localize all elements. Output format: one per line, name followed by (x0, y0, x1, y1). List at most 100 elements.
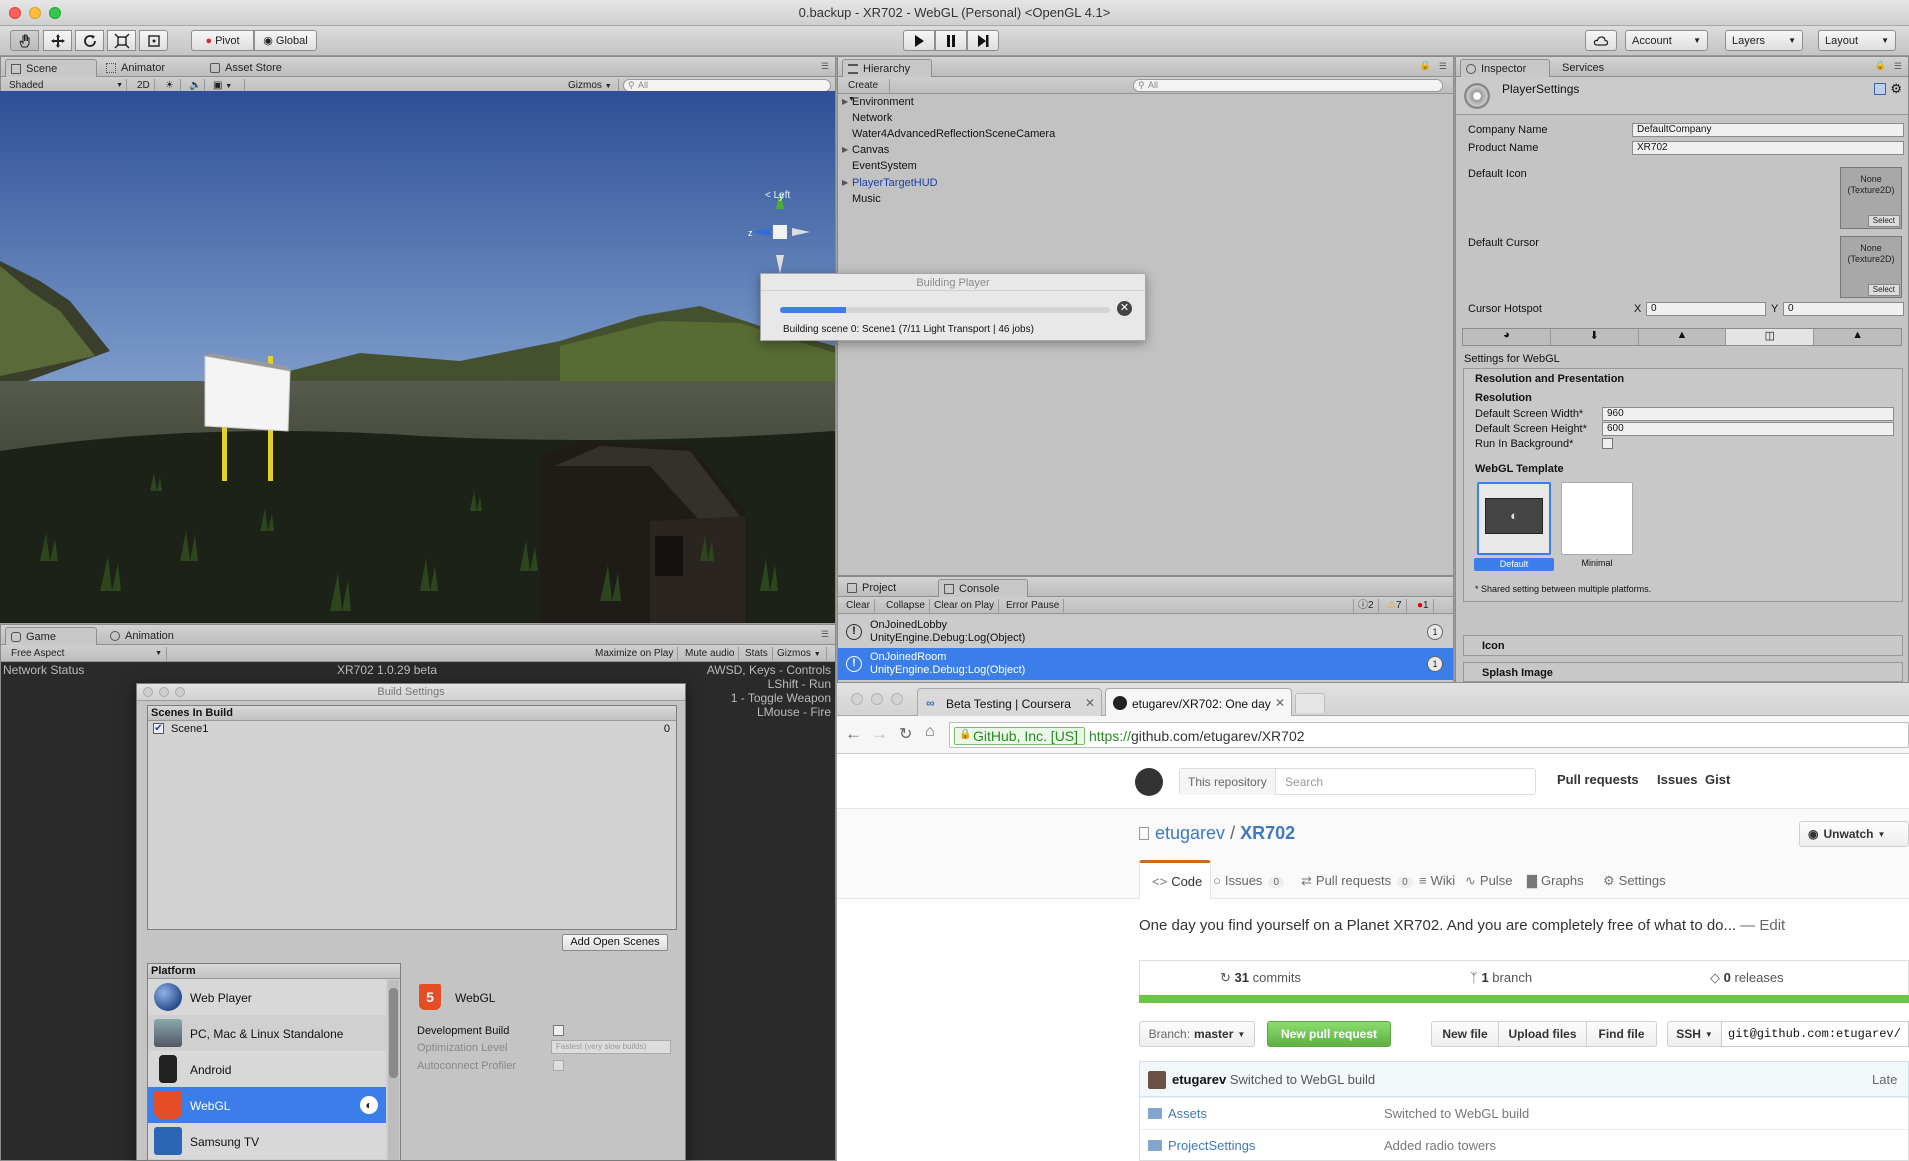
panel-menu-icon[interactable]: ☰ (821, 629, 829, 640)
home-icon[interactable]: ⌂ (925, 723, 935, 741)
platform-item[interactable]: WebGL ◐ (148, 1087, 386, 1123)
console-error-pause-button[interactable]: Error Pause (1002, 599, 1065, 612)
webplayer-tab-icon[interactable]: ⬇ (1551, 329, 1639, 345)
stats-toggle[interactable]: Stats (741, 647, 773, 660)
console-info-filter[interactable]: ⓘ2 (1353, 599, 1379, 612)
commit-message-link[interactable]: Switched to WebGL build (1230, 1072, 1375, 1087)
lock-icon[interactable]: 🔒 (1420, 60, 1431, 71)
console-entry[interactable]: ! OnJoinedRoom UnityEngine.Debug:Log(Objec… (838, 648, 1453, 680)
resolution-section-title[interactable]: Resolution and Presentation (1475, 373, 1624, 385)
nav-pull-requests[interactable]: Pull requests (1557, 772, 1639, 787)
browser-tab-github[interactable]: etugarev/XR702: One day ✕ (1105, 688, 1292, 717)
hotspot-y-input[interactable]: 0 (1783, 302, 1904, 316)
upload-files-button[interactable]: Upload files (1498, 1021, 1587, 1047)
zoom-window-button[interactable] (891, 693, 903, 705)
maximize-on-play-toggle[interactable]: Maximize on Play (591, 647, 679, 660)
company-name-input[interactable]: DefaultCompany (1632, 123, 1904, 137)
new-pull-request-button[interactable]: New pull request (1267, 1021, 1391, 1047)
select-icon-button[interactable]: Select (1867, 215, 1900, 227)
url-input[interactable]: 🔒 GitHub, Inc. [US] https://github.com/et… (949, 722, 1909, 748)
console-error-filter[interactable]: ●1 (1413, 599, 1434, 612)
panel-menu-icon[interactable]: ☰ (821, 61, 829, 72)
hierarchy-item[interactable]: Music (852, 193, 881, 205)
scene-row[interactable]: ✔ Scene1 0 (148, 721, 676, 737)
nav-gist[interactable]: Gist (1705, 772, 1730, 787)
platform-item[interactable]: Web Player (148, 979, 386, 1015)
console-warning-filter[interactable]: ⚠7 (1383, 599, 1407, 612)
minimize-window-button[interactable] (159, 687, 169, 697)
hand-tool-button[interactable] (10, 30, 39, 51)
repo-tab-settings[interactable]: ⚙ Settings (1595, 860, 1674, 900)
layers-dropdown[interactable]: Layers ▼ (1725, 30, 1803, 51)
step-button[interactable] (967, 30, 999, 51)
mute-audio-toggle[interactable]: Mute audio (681, 647, 740, 660)
commits-link[interactable]: ↻ 31 commits (1220, 970, 1301, 986)
platform-scrollbar[interactable] (388, 980, 399, 1160)
select-cursor-button[interactable]: Select (1867, 284, 1900, 296)
hierarchy-item[interactable]: Canvas (842, 144, 889, 156)
pivot-toggle[interactable]: ● Pivot (191, 30, 254, 51)
hierarchy-item[interactable]: Network (852, 112, 892, 124)
development-build-checkbox[interactable] (553, 1025, 564, 1036)
console-entry[interactable]: ! OnJoinedLobby UnityEngine.Debug:Log(Obje… (838, 616, 1453, 648)
account-dropdown[interactable]: Account ▼ (1625, 30, 1708, 51)
game-gizmos-dropdown[interactable]: Gizmos ▼ (773, 647, 827, 660)
hierarchy-search-input[interactable]: ⚲ All (1133, 79, 1443, 92)
run-in-background-checkbox[interactable] (1602, 438, 1613, 449)
product-name-input[interactable]: XR702 (1632, 141, 1904, 155)
avatar[interactable] (1148, 1071, 1166, 1089)
console-collapse-button[interactable]: Collapse (882, 599, 930, 612)
tab-services[interactable]: Services (1554, 59, 1634, 77)
hierarchy-item[interactable]: EventSystem (852, 160, 917, 172)
github-logo-icon[interactable] (1135, 768, 1163, 796)
hotspot-x-input[interactable]: 0 (1646, 302, 1766, 316)
repo-tab-issues[interactable]: ○ Issues 0 (1205, 860, 1292, 900)
tab-console[interactable]: Console (938, 579, 1028, 597)
scene-checkbox[interactable]: ✔ (153, 723, 164, 734)
new-file-button[interactable]: New file (1431, 1021, 1499, 1047)
hierarchy-item[interactable]: Environment (842, 96, 914, 108)
aspect-dropdown[interactable]: Free Aspect ▼ (7, 647, 167, 660)
global-toggle[interactable]: ◉ Global (254, 30, 317, 51)
back-arrow-icon[interactable]: ← (845, 724, 862, 744)
splash-section-header[interactable]: Splash Image (1463, 662, 1903, 682)
android-tab-icon[interactable]: ▲ (1639, 329, 1727, 345)
cancel-build-icon[interactable]: ✕ (1117, 301, 1132, 316)
panel-menu-icon[interactable]: ☰ (1894, 61, 1902, 72)
scene-viewport[interactable]: y z < Left (0, 91, 835, 623)
console-clear-on-play-button[interactable]: Clear on Play (930, 599, 1000, 612)
move-tool-button[interactable] (43, 30, 72, 51)
standalone-tab-icon[interactable]: ◕ (1463, 329, 1551, 345)
branch-select-button[interactable]: Branch: master ▼ (1139, 1021, 1255, 1047)
rect-tool-button[interactable] (139, 30, 168, 51)
security-badge[interactable]: 🔒 GitHub, Inc. [US] (954, 727, 1086, 745)
lock-icon[interactable]: 🔒 (1875, 60, 1886, 71)
console-clear-button[interactable]: Clear (842, 599, 875, 612)
template-default-thumb[interactable]: ◐ (1477, 482, 1551, 555)
nav-issues[interactable]: Issues (1657, 772, 1697, 787)
scale-tool-button[interactable] (107, 30, 136, 51)
autoconnect-profiler-checkbox[interactable] (553, 1060, 564, 1071)
pause-button[interactable] (935, 30, 967, 51)
hierarchy-item[interactable]: Water4AdvancedReflectionSceneCamera (852, 128, 1055, 140)
settings-gear-icon[interactable]: ⚙ (1890, 81, 1902, 97)
default-cursor-slot[interactable]: None (Texture2D) Select (1840, 236, 1902, 298)
platform-item[interactable]: PC, Mac & Linux Standalone (148, 1015, 386, 1051)
find-file-button[interactable]: Find file (1586, 1021, 1657, 1047)
reload-icon[interactable]: ↻ (899, 724, 912, 744)
zoom-window-button[interactable] (175, 687, 185, 697)
repo-tab-code[interactable]: <> Code (1139, 860, 1212, 900)
clone-protocol-button[interactable]: SSH ▼ (1667, 1021, 1722, 1047)
releases-link[interactable]: ◇ 0 releases (1710, 970, 1784, 986)
hierarchy-item[interactable]: PlayerTargetHUD (842, 177, 938, 189)
clone-url-input[interactable]: git@github.com:etugarev/ (1721, 1021, 1909, 1047)
tab-hierarchy[interactable]: Hierarchy (842, 59, 932, 77)
repo-tab-wiki[interactable]: ≡ Wiki (1411, 860, 1463, 900)
file-name-link[interactable]: Assets (1168, 1106, 1207, 1121)
platform-item[interactable]: Android (148, 1051, 386, 1087)
commit-author-link[interactable]: etugarev (1172, 1072, 1226, 1087)
tab-project[interactable]: Project (842, 579, 932, 597)
browser-tab-coursera[interactable]: ∞ Beta Testing | Coursera ✕ (917, 688, 1102, 716)
new-tab-button[interactable] (1295, 693, 1325, 713)
close-tab-icon[interactable]: ✕ (1271, 696, 1285, 710)
